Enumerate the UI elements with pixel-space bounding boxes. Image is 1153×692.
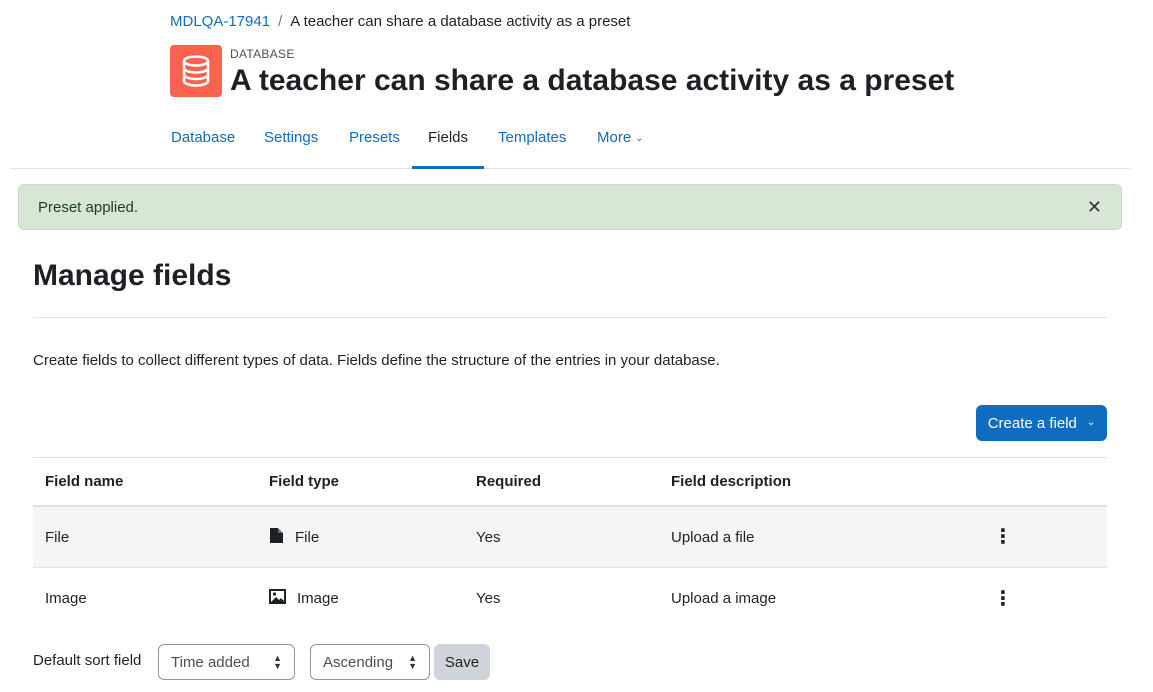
table-row: File File Yes Upload a file ⋮	[33, 507, 1107, 568]
field-type-label: File	[295, 528, 320, 546]
tab-fields[interactable]: Fields	[412, 114, 485, 169]
file-icon	[269, 527, 284, 548]
field-name-cell: File	[45, 528, 70, 546]
actions-menu[interactable]: ⋮	[988, 568, 1018, 629]
field-type-cell: File	[269, 507, 319, 567]
select-arrows-icon: ▲ ▼	[273, 653, 282, 671]
header-field-description: Field description	[671, 473, 792, 490]
tab-templates[interactable]: Templates	[482, 114, 582, 169]
page: MDLQA-17941 / A teacher can share a data…	[0, 0, 1153, 692]
kebab-icon[interactable]: ⋮	[993, 527, 1013, 547]
save-button[interactable]: Save	[434, 644, 490, 680]
kebab-icon[interactable]: ⋮	[993, 589, 1013, 609]
intro-text: Create fields to collect different types…	[33, 352, 720, 369]
table-header-row: Field name Field type Required Field des…	[33, 458, 1107, 507]
create-field-button[interactable]: Create a field ⌄	[976, 405, 1107, 441]
header-field-type: Field type	[269, 473, 340, 490]
fields-table: Field name Field type Required Field des…	[33, 457, 1107, 629]
sort-order-value: Ascending	[323, 653, 394, 671]
sort-order-select[interactable]: Ascending ▲ ▼	[310, 644, 430, 680]
select-arrows-icon: ▲ ▼	[408, 653, 417, 671]
close-icon[interactable]: ✕	[1087, 197, 1102, 218]
tab-more[interactable]: More ⌄	[581, 114, 660, 169]
tab-templates-label: Templates	[498, 129, 567, 146]
image-icon	[269, 589, 286, 608]
tab-presets[interactable]: Presets	[333, 114, 416, 169]
breadcrumb-separator: /	[278, 13, 283, 30]
manage-fields-heading: Manage fields	[33, 259, 232, 292]
actions-menu[interactable]: ⋮	[988, 507, 1018, 567]
secondary-navigation: Database Settings Presets Fields Templat…	[10, 114, 1130, 169]
chevron-down-icon: ⌄	[635, 133, 644, 144]
chevron-down-icon: ⌄	[1086, 416, 1096, 428]
success-alert: Preset applied. ✕	[18, 184, 1122, 230]
table-row: Image Image Yes Upload a image ⋮	[33, 568, 1107, 629]
heading-divider	[33, 317, 1107, 318]
header-required: Required	[476, 473, 542, 490]
tab-settings[interactable]: Settings	[248, 114, 334, 169]
sort-field-select[interactable]: Time added ▲ ▼	[158, 644, 295, 680]
create-field-label: Create a field	[987, 414, 1077, 432]
activity-type-label: DATABASE	[230, 47, 295, 61]
field-name-cell: Image	[45, 590, 87, 607]
database-icon	[170, 45, 222, 97]
breadcrumb: MDLQA-17941 / A teacher can share a data…	[170, 12, 630, 32]
alert-message: Preset applied.	[38, 198, 139, 216]
field-type-label: Image	[297, 590, 339, 607]
sort-field-value: Time added	[171, 653, 250, 671]
tab-fields-label: Fields	[428, 129, 469, 146]
breadcrumb-course-link[interactable]: MDLQA-17941	[170, 12, 270, 32]
tab-presets-label: Presets	[349, 129, 400, 146]
default-sort-label: Default sort field	[33, 652, 142, 669]
tab-database[interactable]: Database	[155, 114, 251, 169]
field-type-cell: Image	[269, 568, 339, 629]
tab-more-label: More	[597, 129, 632, 146]
tab-database-label: Database	[171, 129, 236, 146]
page-title: A teacher can share a database activity …	[230, 64, 955, 97]
description-cell: Upload a file	[671, 528, 755, 546]
description-cell: Upload a image	[671, 590, 777, 607]
tab-settings-label: Settings	[264, 129, 319, 146]
breadcrumb-current: A teacher can share a database activity …	[290, 13, 631, 30]
required-cell: Yes	[476, 590, 501, 607]
required-cell: Yes	[476, 528, 501, 546]
header-field-name: Field name	[45, 473, 124, 490]
